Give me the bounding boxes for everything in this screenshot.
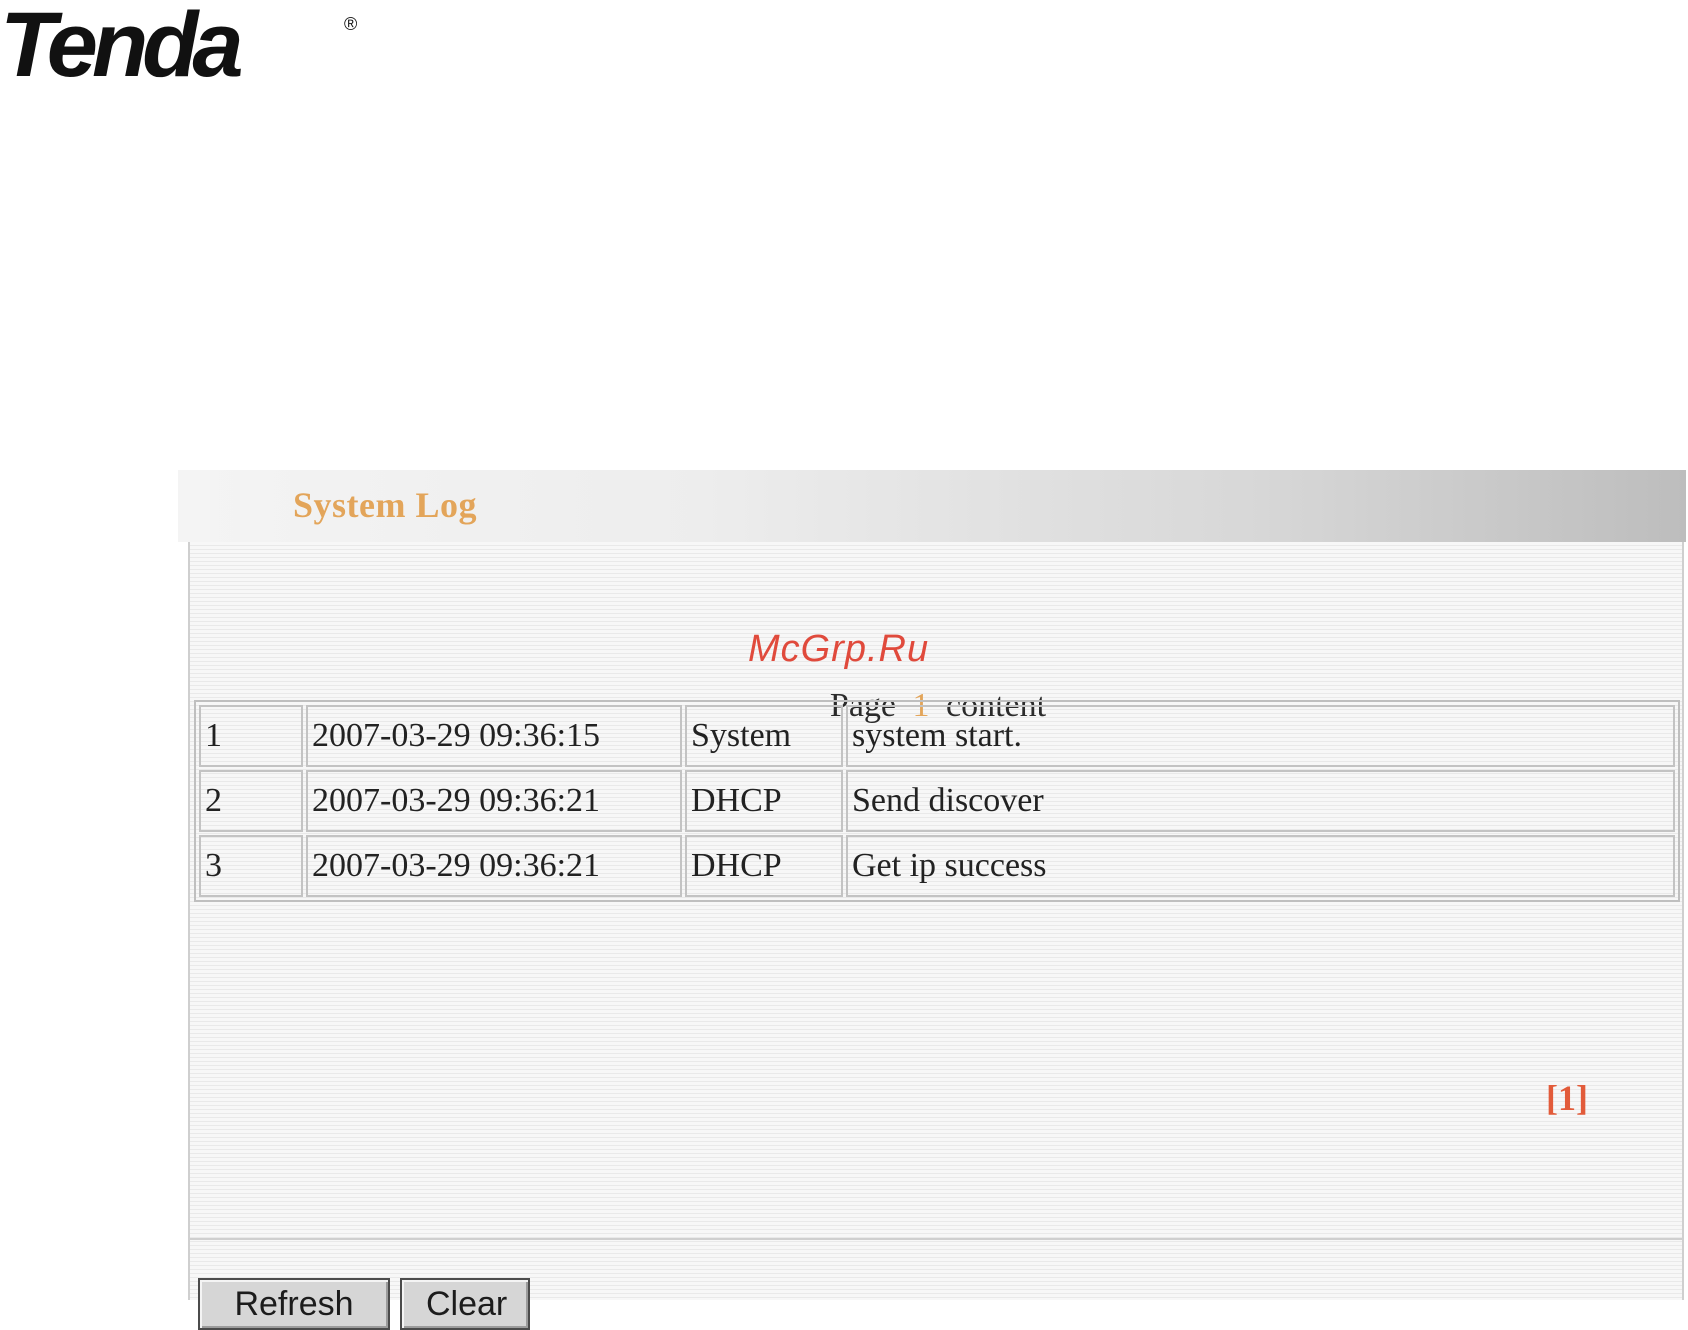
log-time-cell: 2007-03-29 09:36:21 <box>306 770 682 832</box>
panel-title: System Log <box>293 485 477 525</box>
panel-header: System Log <box>178 470 1686 542</box>
log-time-cell: 2007-03-29 09:36:21 <box>306 835 682 897</box>
log-message-cell: Get ip success <box>846 835 1675 897</box>
log-index-cell: 1 <box>199 705 303 767</box>
log-message-cell: Send discover <box>846 770 1675 832</box>
log-index-cell: 2 <box>199 770 303 832</box>
clear-button[interactable]: Clear <box>400 1278 530 1330</box>
panel-body: Page 1 content 1 2007-03-29 09:36:15 Sys… <box>188 542 1684 1330</box>
log-time-cell: 2007-03-29 09:36:15 <box>306 705 682 767</box>
refresh-button[interactable]: Refresh <box>198 1278 390 1330</box>
table-row: 2 2007-03-29 09:36:21 DHCP Send discover <box>199 770 1675 832</box>
tenda-logo: Tenda ® <box>0 0 357 84</box>
pager-page-link[interactable]: [1] <box>1546 1077 1588 1119</box>
log-index-cell: 3 <box>199 835 303 897</box>
system-log-panel: System Log Page 1 content 1 2007-03-29 0… <box>178 470 1686 1330</box>
registered-mark: ® <box>344 14 357 34</box>
log-table: 1 2007-03-29 09:36:15 System system star… <box>194 700 1680 902</box>
log-message-cell: system start. <box>846 705 1675 767</box>
logo-wordmark: Tenda <box>0 0 241 84</box>
table-row: 3 2007-03-29 09:36:21 DHCP Get ip succes… <box>199 835 1675 897</box>
log-type-cell: DHCP <box>685 770 843 832</box>
log-type-cell: DHCP <box>685 835 843 897</box>
log-type-cell: System <box>685 705 843 767</box>
table-row: 1 2007-03-29 09:36:15 System system star… <box>199 705 1675 767</box>
button-divider <box>190 1238 1682 1240</box>
